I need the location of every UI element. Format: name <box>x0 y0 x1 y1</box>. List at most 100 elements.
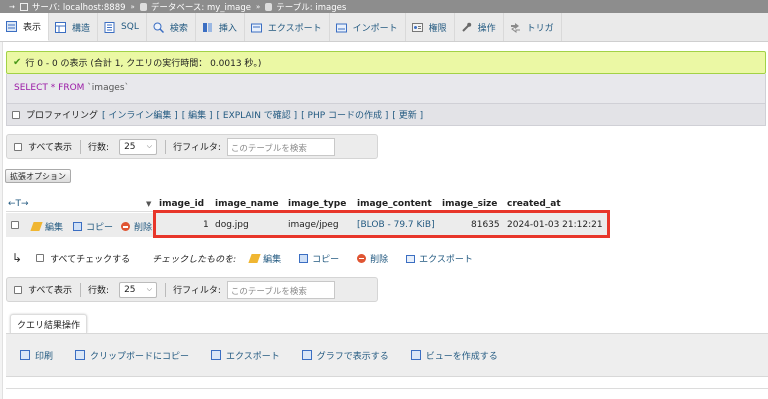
bulk-edit-button[interactable]: 編集 <box>248 252 281 265</box>
show-all-label: すべて表示 <box>28 143 73 153</box>
tab-structure[interactable]: 構造 <box>49 13 99 41</box>
tab-privileges[interactable]: 権限 <box>406 13 455 41</box>
rows-label: 行数: <box>88 143 110 153</box>
refresh-link[interactable]: [ 更新 ] <box>392 108 423 121</box>
tab-export[interactable]: エクスポート <box>245 13 330 41</box>
row-copy-link[interactable]: コピー <box>73 220 113 233</box>
structure-icon <box>55 21 67 33</box>
row-delete-link[interactable]: 削除 <box>121 220 152 233</box>
sql-keyword-from: FROM <box>58 83 85 93</box>
export-icon <box>406 254 416 263</box>
check-all-checkbox[interactable] <box>36 254 45 262</box>
show-all-label: すべて表示 <box>28 286 73 296</box>
bulk-delete-button[interactable]: 削除 <box>357 252 388 265</box>
row-checkbox[interactable] <box>11 220 19 229</box>
inline-edit-link[interactable]: [ インライン編集 ] <box>102 108 178 121</box>
divider <box>6 388 768 389</box>
left-panel-edge <box>0 42 3 399</box>
chevron-down-icon: ⌵ <box>146 142 153 150</box>
tab-bar: 表示 構造 SQL 検索 挿入 エクスポート インポート 権限 操作 トリガ <box>0 13 768 42</box>
breadcrumb-server[interactable]: サーバ: localhost:8889 <box>19 1 126 13</box>
column-header-image-size[interactable]: image_size <box>442 199 497 209</box>
chevron-down-icon: ⌵ <box>146 285 153 293</box>
column-header-created-at[interactable]: created_at <box>507 199 561 209</box>
row-edit-link[interactable]: 編集 <box>30 220 63 233</box>
server-icon <box>19 2 28 11</box>
database-icon <box>139 2 147 11</box>
tab-insert[interactable]: 挿入 <box>196 13 245 41</box>
tab-operations[interactable]: 操作 <box>455 13 504 41</box>
view-icon <box>410 350 421 360</box>
show-all-checkbox[interactable] <box>14 142 22 151</box>
sql-table-name: `images` <box>87 83 130 93</box>
sql-keyword-select: SELECT <box>14 83 48 93</box>
divider <box>80 282 82 297</box>
export-link[interactable]: エクスポート <box>211 349 280 362</box>
print-icon <box>20 350 30 360</box>
tab-search[interactable]: 検索 <box>147 13 196 41</box>
copy-icon <box>299 253 309 263</box>
divider <box>165 139 167 154</box>
insert-icon <box>202 22 212 32</box>
show-all-checkbox[interactable] <box>14 285 22 294</box>
highlight-box <box>153 210 610 238</box>
php-code-link[interactable]: [ PHP コードの作成 ] <box>301 108 388 121</box>
filter-label: 行フィルタ: <box>173 286 221 296</box>
copy-icon <box>73 222 82 231</box>
export-icon <box>250 23 262 32</box>
column-header-image-name[interactable]: image_name <box>215 199 279 209</box>
tab-triggers[interactable]: トリガ <box>504 13 562 41</box>
explain-link[interactable]: [ EXPLAIN で確認 ] <box>217 108 298 121</box>
check-all-label[interactable]: すべてチェックする <box>50 252 130 265</box>
bulk-export-button[interactable]: エクスポート <box>406 252 473 265</box>
tab-import[interactable]: インポート <box>330 13 406 41</box>
column-header-image-id[interactable]: image_id <box>159 199 204 209</box>
edit-query-link[interactable]: [ 編集 ] <box>182 108 213 121</box>
divider <box>165 282 167 297</box>
profiling-checkbox[interactable] <box>12 110 20 119</box>
check-icon: ✔ <box>13 57 22 68</box>
clipboard-icon <box>75 350 86 360</box>
tab-browse[interactable]: 表示 <box>0 13 50 41</box>
chevron-right-icon: » <box>256 2 261 11</box>
breadcrumb: → サーバ: localhost:8889 » データベース: my_image… <box>0 0 768 13</box>
row-filter-input[interactable]: このテーブルを検索 <box>226 137 335 156</box>
sql-icon <box>104 21 115 33</box>
query-results-operations-panel: 印刷 クリップボードにコピー エクスポート グラフで表示する ビューを作成する <box>6 333 768 377</box>
extended-options-button[interactable]: 拡張オプション <box>5 169 71 183</box>
tab-sql[interactable]: SQL <box>98 13 147 41</box>
privileges-icon <box>411 22 423 32</box>
filter-label: 行フィルタ: <box>173 143 221 153</box>
chevron-right-icon: » <box>130 2 135 11</box>
bulk-copy-button[interactable]: コピー <box>299 252 339 265</box>
rows-label: 行数: <box>88 286 110 296</box>
rows-select[interactable]: 25 ⌵ <box>119 138 158 155</box>
pencil-icon <box>248 253 261 263</box>
nav-top: すべて表示 行数: 25 ⌵ 行フィルタ: このテーブルを検索 <box>6 134 378 159</box>
copy-to-clipboard-link[interactable]: クリップボードにコピー <box>75 349 189 362</box>
success-text: 行 0 - 0 の表示 (合計 1, クエリの実行時間： 0.0013 秒。) <box>25 59 262 69</box>
column-header-image-content[interactable]: image_content <box>357 199 432 209</box>
import-icon <box>335 23 347 32</box>
nav-bottom: すべて表示 行数: 25 ⌵ 行フィルタ: このテーブルを検索 <box>6 277 378 302</box>
return-arrow-icon: ↳ <box>12 251 23 265</box>
create-view-link[interactable]: ビューを作成する <box>410 349 498 362</box>
sort-icon[interactable]: ▼ <box>146 200 151 208</box>
display-chart-link[interactable]: グラフで表示する <box>301 349 389 362</box>
rows-select[interactable]: 25 ⌵ <box>119 281 158 298</box>
sql-star: * <box>50 83 56 93</box>
print-link[interactable]: 印刷 <box>20 349 53 362</box>
column-toggle-arrows[interactable]: ←T→ <box>8 199 29 209</box>
browse-icon <box>6 21 17 32</box>
query-results-operations-title: クエリ結果操作 <box>10 314 88 333</box>
row-filter-input[interactable]: このテーブルを検索 <box>226 280 335 299</box>
column-header-image-type[interactable]: image_type <box>288 199 346 209</box>
success-message: ✔ 行 0 - 0 の表示 (合計 1, クエリの実行時間： 0.0013 秒。… <box>6 51 766 74</box>
wrench-icon <box>461 22 471 32</box>
pencil-icon <box>30 222 43 231</box>
breadcrumb-database[interactable]: データベース: my_image <box>139 1 251 13</box>
breadcrumb-table[interactable]: テーブル: images <box>265 1 346 13</box>
sql-query-box: SELECT * FROM `images` <box>6 74 766 104</box>
table-icon <box>265 2 273 11</box>
delete-icon <box>121 222 130 231</box>
